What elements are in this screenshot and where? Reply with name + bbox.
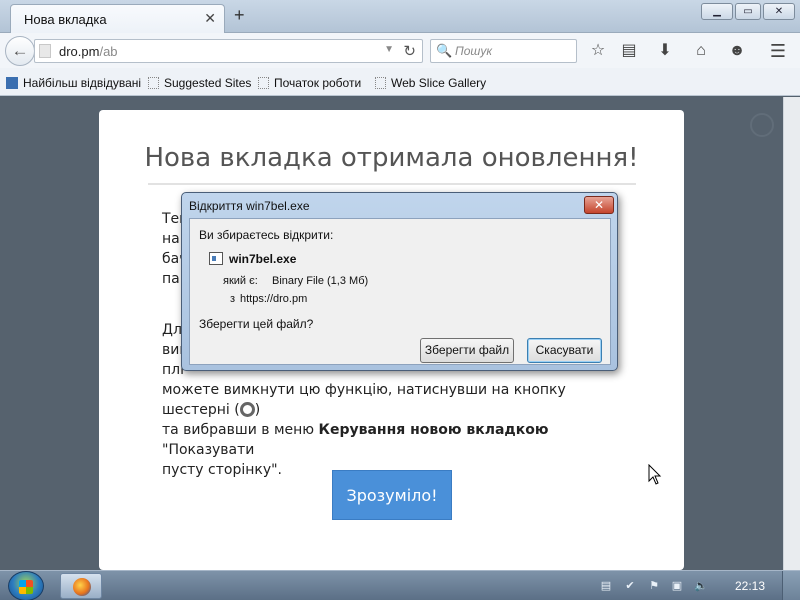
- divider: [148, 183, 636, 185]
- maximize-button[interactable]: ▭: [735, 3, 761, 20]
- gear-icon: [239, 402, 255, 417]
- file-source-label: з: [230, 293, 236, 305]
- chat-icon[interactable]: ☻: [726, 40, 748, 62]
- download-icon[interactable]: ⬇: [654, 40, 676, 62]
- back-arrow-icon[interactable]: ←: [5, 36, 35, 66]
- save-file-button[interactable]: Зберегти файл: [420, 338, 514, 363]
- firefox-icon: [73, 578, 91, 596]
- windows-taskbar: ▤ ✔ ⚑ ▣ 🔈 22:13: [0, 570, 800, 600]
- bookmark-getting-started[interactable]: Початок роботи: [258, 76, 361, 90]
- navigation-toolbar: ← dro.pm/ab ▼ ↻ 🔍 Пошук ☆ ▤ ⬇ ⌂ ☻ ☰: [0, 33, 800, 68]
- page-title: Нова вкладка отримала оновлення!: [144, 143, 639, 173]
- url-text[interactable]: dro.pm/ab: [59, 44, 118, 59]
- browser-titlebar: Нова вкладка ✕ + ▁ ▭ ✕: [0, 0, 800, 33]
- file-name: win7bel.exe: [229, 252, 297, 266]
- url-dropdown-icon[interactable]: ▼: [384, 44, 394, 55]
- bookmark-folder-icon: [6, 77, 18, 89]
- tab-new-tab[interactable]: Нова вкладка ✕: [10, 4, 225, 33]
- search-placeholder: Пошук: [455, 44, 492, 58]
- tab-title: Нова вкладка: [24, 12, 107, 27]
- file-type-label: який є:: [223, 275, 258, 287]
- page-icon: [375, 77, 386, 89]
- tray-document-icon[interactable]: ▤: [599, 579, 613, 593]
- vertical-scrollbar[interactable]: [783, 97, 800, 570]
- open-file-dialog: Відкриття win7bel.exe ✕ Ви збираєтесь ві…: [181, 192, 618, 371]
- tray-flag-icon[interactable]: ⚑: [647, 579, 661, 593]
- file-source-value: https://dro.pm: [240, 293, 308, 305]
- minimize-button[interactable]: ▁: [701, 3, 733, 20]
- dialog-close-icon[interactable]: ✕: [584, 196, 614, 214]
- page-icon: [258, 77, 269, 89]
- reload-icon[interactable]: ↻: [403, 42, 416, 60]
- tray-security-icon[interactable]: ✔: [623, 579, 637, 593]
- tab-close-icon[interactable]: ✕: [204, 10, 216, 27]
- url-bar[interactable]: dro.pm/ab ▼ ↻: [34, 39, 423, 63]
- dialog-question: Зберегти цей файл?: [199, 317, 314, 331]
- taskbar-firefox-button[interactable]: [60, 573, 102, 599]
- bookmark-web-slice-gallery[interactable]: Web Slice Gallery: [375, 76, 486, 90]
- cancel-button[interactable]: Скасувати: [527, 338, 602, 363]
- dialog-intro: Ви збираєтесь відкрити:: [199, 228, 334, 242]
- dialog-title: Відкриття win7bel.exe: [189, 199, 310, 213]
- show-desktop-button[interactable]: [782, 571, 800, 600]
- hamburger-menu-icon[interactable]: ☰: [767, 40, 789, 62]
- search-bar[interactable]: 🔍 Пошук: [430, 39, 577, 63]
- search-icon: 🔍: [436, 43, 453, 58]
- page-icon: [148, 77, 159, 89]
- clipboard-icon[interactable]: ▤: [618, 40, 640, 62]
- home-icon[interactable]: ⌂: [690, 40, 712, 62]
- start-button[interactable]: [8, 571, 44, 600]
- bookmark-suggested-sites[interactable]: Suggested Sites: [148, 76, 251, 90]
- new-tab-button[interactable]: +: [234, 5, 245, 26]
- got-it-button[interactable]: Зрозуміло!: [332, 470, 452, 520]
- taskbar-clock[interactable]: 22:13: [735, 579, 765, 593]
- file-type-value: Binary File (1,3 Мб): [272, 275, 369, 287]
- file-icon: [209, 252, 223, 265]
- settings-gear-icon[interactable]: [750, 113, 774, 137]
- tray-volume-icon[interactable]: 🔈: [694, 579, 708, 593]
- window-close-button[interactable]: ✕: [763, 3, 795, 20]
- page-icon: [39, 44, 51, 58]
- mouse-cursor-icon: [648, 464, 662, 485]
- bookmark-most-visited[interactable]: Найбільш відвідувані: [6, 76, 141, 90]
- star-icon[interactable]: ☆: [587, 40, 609, 62]
- bookmarks-toolbar: Найбільш відвідувані Suggested Sites Поч…: [0, 68, 800, 96]
- tray-network-icon[interactable]: ▣: [670, 579, 684, 593]
